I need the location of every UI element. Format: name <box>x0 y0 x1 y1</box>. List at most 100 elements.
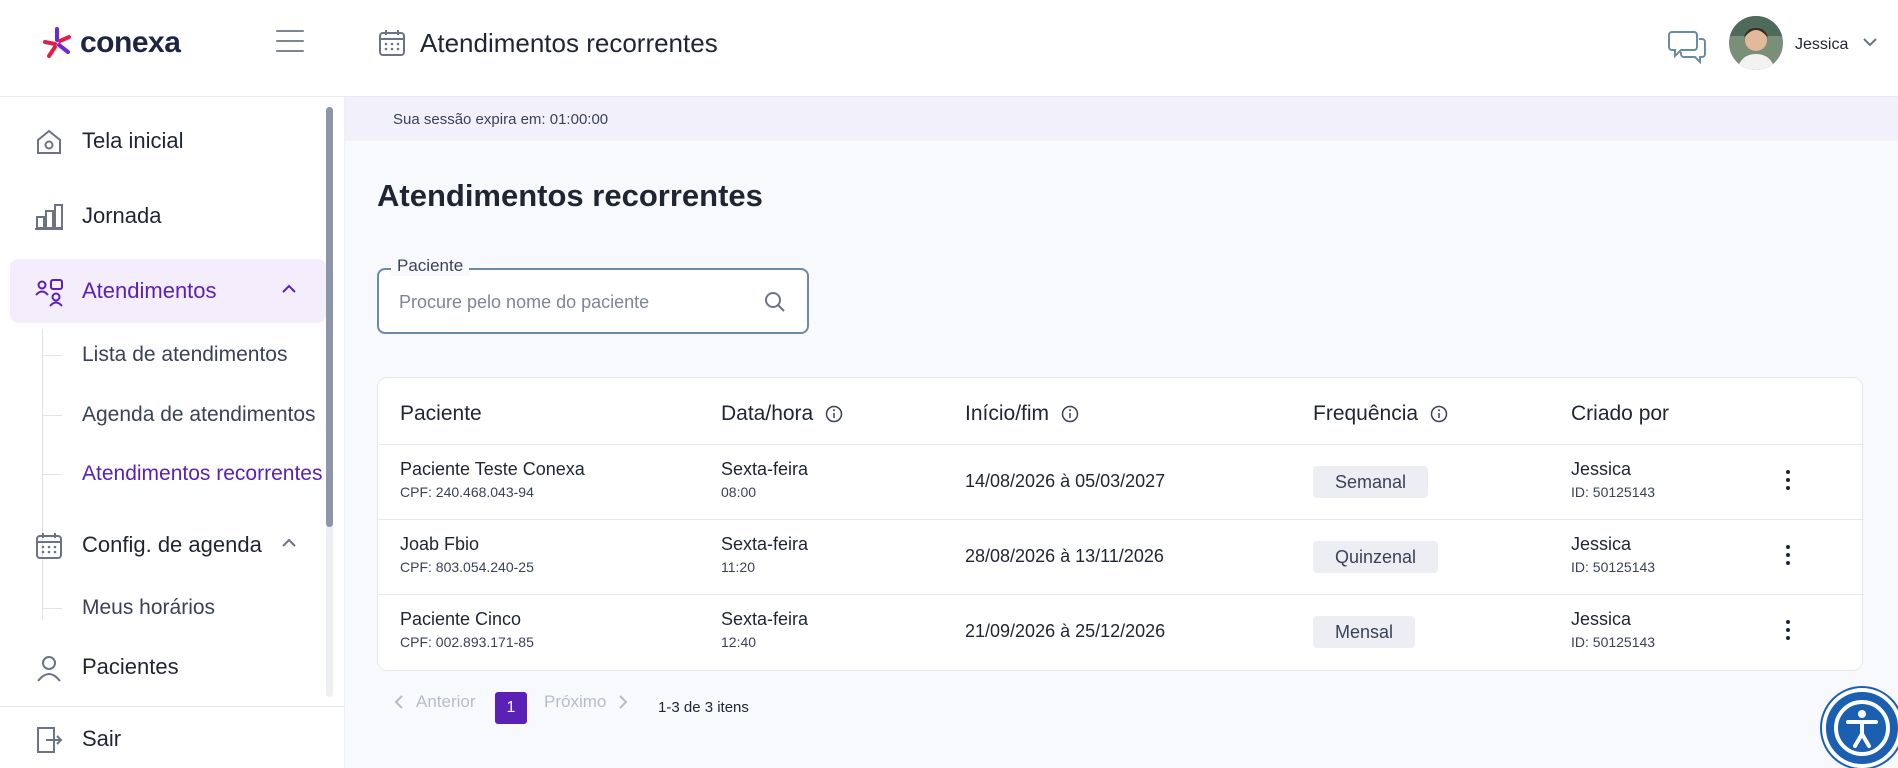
appointment-day: Sexta-feira <box>721 459 809 479</box>
column-header-criado-por: Criado por <box>1571 402 1669 426</box>
row-divider <box>378 444 1864 445</box>
conexa-logo-icon <box>43 27 71 58</box>
sidebar-item-label: Pacientes <box>82 654 179 679</box>
patient-name: Joab Fbio <box>400 534 480 554</box>
pagination-next-button[interactable]: Próximo <box>544 692 630 712</box>
column-header-inicio-fim: Início/fim <box>965 402 1079 426</box>
sidebar-item-label: Tela inicial <box>82 128 184 153</box>
row-actions-menu-button[interactable] <box>1778 618 1798 644</box>
accessibility-button[interactable] <box>1822 688 1898 768</box>
search-label: Paciente <box>391 256 470 276</box>
search-input[interactable] <box>399 288 739 316</box>
patient-name: Paciente Teste Conexa <box>400 459 585 479</box>
sidebar-sub-meus-horarios[interactable]: Meus horários <box>82 596 215 620</box>
column-header-frequencia: Frequência <box>1313 402 1448 426</box>
sidebar: Tela inicial Jornada Atendimentos Lista … <box>0 97 345 768</box>
conexa-logo[interactable]: conexa <box>40 26 181 60</box>
patient-cpf: CPF: 803.054.240-25 <box>400 559 534 575</box>
column-header-data-hora: Data/hora <box>721 402 843 426</box>
patient-search-field[interactable]: Paciente <box>377 256 809 334</box>
session-timer: Sua sessão expira em: 01:00:00 <box>393 111 609 128</box>
pagination-prev-button[interactable]: Anterior <box>392 692 476 712</box>
frequency-badge: Mensal <box>1313 616 1416 648</box>
chat-icon[interactable] <box>1668 26 1708 66</box>
sidebar-item-label: Sair <box>82 726 122 751</box>
sidebar-sub-atendimentos-recorrentes[interactable]: Atendimentos recorrentes <box>82 462 322 486</box>
logout-icon <box>37 727 63 753</box>
row-divider <box>378 594 1864 595</box>
header-title: Atendimentos recorrentes <box>420 28 718 58</box>
pagination-count: 1-3 de 3 itens <box>658 699 749 716</box>
people-connection-icon <box>35 279 63 307</box>
search-icon[interactable] <box>763 290 787 314</box>
info-icon[interactable] <box>1430 405 1448 423</box>
logo-text: conexa <box>80 26 181 59</box>
user-name: Jessica <box>1795 36 1849 53</box>
sidebar-sub-agenda-de-atendimentos[interactable]: Agenda de atendimentos <box>82 403 316 427</box>
appointment-time: 08:00 <box>721 484 757 500</box>
info-icon[interactable] <box>825 405 843 423</box>
pagination-page-1[interactable]: 1 <box>495 692 527 724</box>
header-label: Frequência <box>1313 402 1419 425</box>
sidebar-item-label: Config. de agenda <box>82 532 262 557</box>
creator-name: Jessica <box>1571 459 1632 479</box>
pagination-prev-label: Anterior <box>416 692 476 711</box>
creator-id: ID: 50125143 <box>1571 484 1656 500</box>
header-label: Data/hora <box>721 402 814 425</box>
submenu-tick <box>42 474 62 475</box>
submenu-tick <box>42 415 62 416</box>
submenu-tick <box>42 608 62 609</box>
creator-name: Jessica <box>1571 609 1632 629</box>
row-actions-menu-button[interactable] <box>1778 468 1798 494</box>
creator-name: Jessica <box>1571 534 1632 554</box>
appointment-range: 21/09/2026 à 25/12/2026 <box>965 621 1166 641</box>
pagination-next-label: Próximo <box>544 692 607 711</box>
header-label: Início/fim <box>965 402 1050 425</box>
chevron-up-icon[interactable] <box>280 537 298 549</box>
sidebar-item-jornada[interactable]: Jornada <box>10 184 326 248</box>
chevron-left-icon <box>394 695 403 709</box>
sidebar-item-label: Jornada <box>82 203 162 228</box>
appointment-day: Sexta-feira <box>721 609 809 629</box>
top-bar: conexa Atendimentos recorrentes Jessica <box>0 0 1898 97</box>
chevron-up-icon[interactable] <box>280 283 298 295</box>
recurring-appointments-table: Paciente Data/hora Início/fim Frequência… <box>377 377 1864 671</box>
info-icon[interactable] <box>1061 405 1079 423</box>
sidebar-scrollbar[interactable] <box>326 107 333 527</box>
appointment-range: 28/08/2026 à 13/11/2026 <box>965 546 1164 566</box>
sidebar-item-atendimentos[interactable]: Atendimentos <box>10 259 326 323</box>
sidebar-sub-lista-de-atendimentos[interactable]: Lista de atendimentos <box>82 343 287 367</box>
creator-id: ID: 50125143 <box>1571 559 1656 575</box>
appointment-time: 12:40 <box>721 634 757 650</box>
home-icon <box>37 129 61 154</box>
sidebar-item-sair[interactable]: Sair <box>10 707 326 768</box>
submenu-line <box>42 565 43 620</box>
session-bar: Sua sessão expira em: 01:00:00 <box>345 97 1898 141</box>
avatar-image <box>1729 16 1783 70</box>
column-header-paciente: Paciente <box>400 402 482 426</box>
chevron-right-icon <box>619 695 628 709</box>
frequency-badge: Semanal <box>1313 466 1429 498</box>
sidebar-item-config-de-agenda[interactable]: Config. de agenda <box>10 513 326 577</box>
appointment-day: Sexta-feira <box>721 534 809 554</box>
sidebar-item-label: Atendimentos <box>82 278 217 303</box>
sidebar-item-tela-inicial[interactable]: Tela inicial <box>10 109 326 173</box>
row-divider <box>378 519 1864 520</box>
sidebar-item-pacientes[interactable]: Pacientes <box>10 635 326 699</box>
user-icon <box>37 656 61 682</box>
calendar-icon <box>36 533 62 559</box>
bar-chart-icon <box>35 204 63 230</box>
user-avatar[interactable] <box>1729 16 1783 70</box>
menu-toggle-button[interactable] <box>276 30 304 54</box>
accessibility-icon <box>1834 700 1890 756</box>
patient-cpf: CPF: 240.468.043-94 <box>400 484 534 500</box>
frequency-badge: Quinzenal <box>1313 541 1439 573</box>
row-actions-menu-button[interactable] <box>1778 543 1798 569</box>
calendar-icon <box>379 30 405 56</box>
submenu-tick <box>42 355 62 356</box>
chevron-down-icon[interactable] <box>1862 36 1878 48</box>
appointment-range: 14/08/2026 à 05/03/2027 <box>965 471 1166 491</box>
header-label: Paciente <box>400 402 482 425</box>
creator-id: ID: 50125143 <box>1571 634 1656 650</box>
page-title: Atendimentos recorrentes <box>377 178 763 213</box>
